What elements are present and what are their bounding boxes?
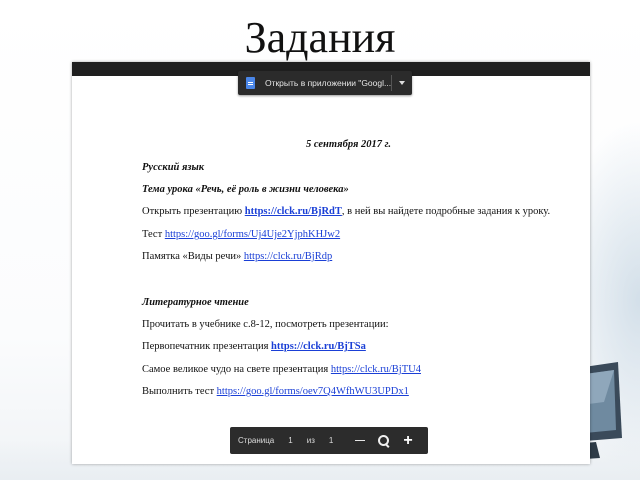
page-number[interactable]: 1	[288, 436, 292, 445]
first-link[interactable]: https://clck.ru/BjTSa	[271, 341, 366, 352]
presentation-link[interactable]: https://clck.ru/BjRdT	[245, 206, 342, 217]
google-docs-icon	[246, 77, 255, 89]
literature-wonder-line: Самое великое чудо на свете презентация …	[142, 363, 421, 376]
literature-test-line: Выполнить тест https://goo.gl/forms/oev7…	[142, 385, 409, 398]
page-label: Страница	[238, 436, 275, 445]
lit-test-link[interactable]: https://goo.gl/forms/oev7Q4WfhWU3UPDx1	[217, 386, 409, 397]
slide-title: Задания	[244, 13, 396, 62]
russian-test-line: Тест https://goo.gl/forms/Uj4Uje2YjphKHJ…	[142, 228, 340, 241]
presentation-suffix: , в ней вы найдете подробные задания к у…	[341, 206, 551, 217]
literature-heading: Литературное чтение	[142, 297, 249, 308]
literature-read-line: Прочитать в учебнике с.8-12, посмотреть …	[142, 319, 389, 330]
memo-link[interactable]: https://clck.ru/BjRdp	[244, 251, 332, 262]
test-text: Тест	[142, 229, 163, 240]
page-total: 1	[328, 436, 334, 445]
wonder-link[interactable]: https://clck.ru/BjTU4	[331, 364, 421, 375]
zoom-in-icon[interactable]: +	[403, 432, 412, 449]
wonder-text: Самое великое чудо на свете презентация	[142, 364, 329, 375]
of-label: из	[306, 436, 315, 445]
document-date: 5 сентября 2017 г.	[306, 139, 391, 150]
open-in-app-button[interactable]: Открыть в приложении "Googl...	[238, 71, 412, 95]
open-in-app-label: Открыть в приложении "Googl...	[264, 78, 392, 88]
memo-text: Памятка «Виды речи»	[142, 251, 242, 262]
presentation-text: Открыть презентацию	[142, 206, 243, 217]
russian-topic: Тема урока «Речь, её роль в жизни челове…	[142, 184, 349, 195]
first-text: Первопечатник презентация	[142, 341, 269, 352]
russian-memo-line: Памятка «Виды речи» https://clck.ru/BjRd…	[142, 250, 332, 263]
russian-heading: Русский язык	[142, 162, 205, 173]
zoom-out-icon[interactable]	[355, 439, 366, 442]
chevron-down-icon[interactable]	[392, 81, 412, 85]
lit-test-text: Выполнить тест	[142, 386, 215, 397]
document-viewer[interactable]: Открыть в приложении "Googl... 5 сентябр…	[72, 62, 590, 464]
literature-first-line: Первопечатник презентация https://clck.r…	[142, 340, 366, 353]
search-icon[interactable]	[377, 434, 391, 448]
test-link[interactable]: https://goo.gl/forms/Uj4Uje2YjphKHJw2	[165, 229, 340, 240]
russian-presentation-line: Открыть презентацию https://clck.ru/BjRd…	[142, 205, 550, 218]
page-toolbar: Страница 1 из 1 +	[230, 427, 428, 454]
